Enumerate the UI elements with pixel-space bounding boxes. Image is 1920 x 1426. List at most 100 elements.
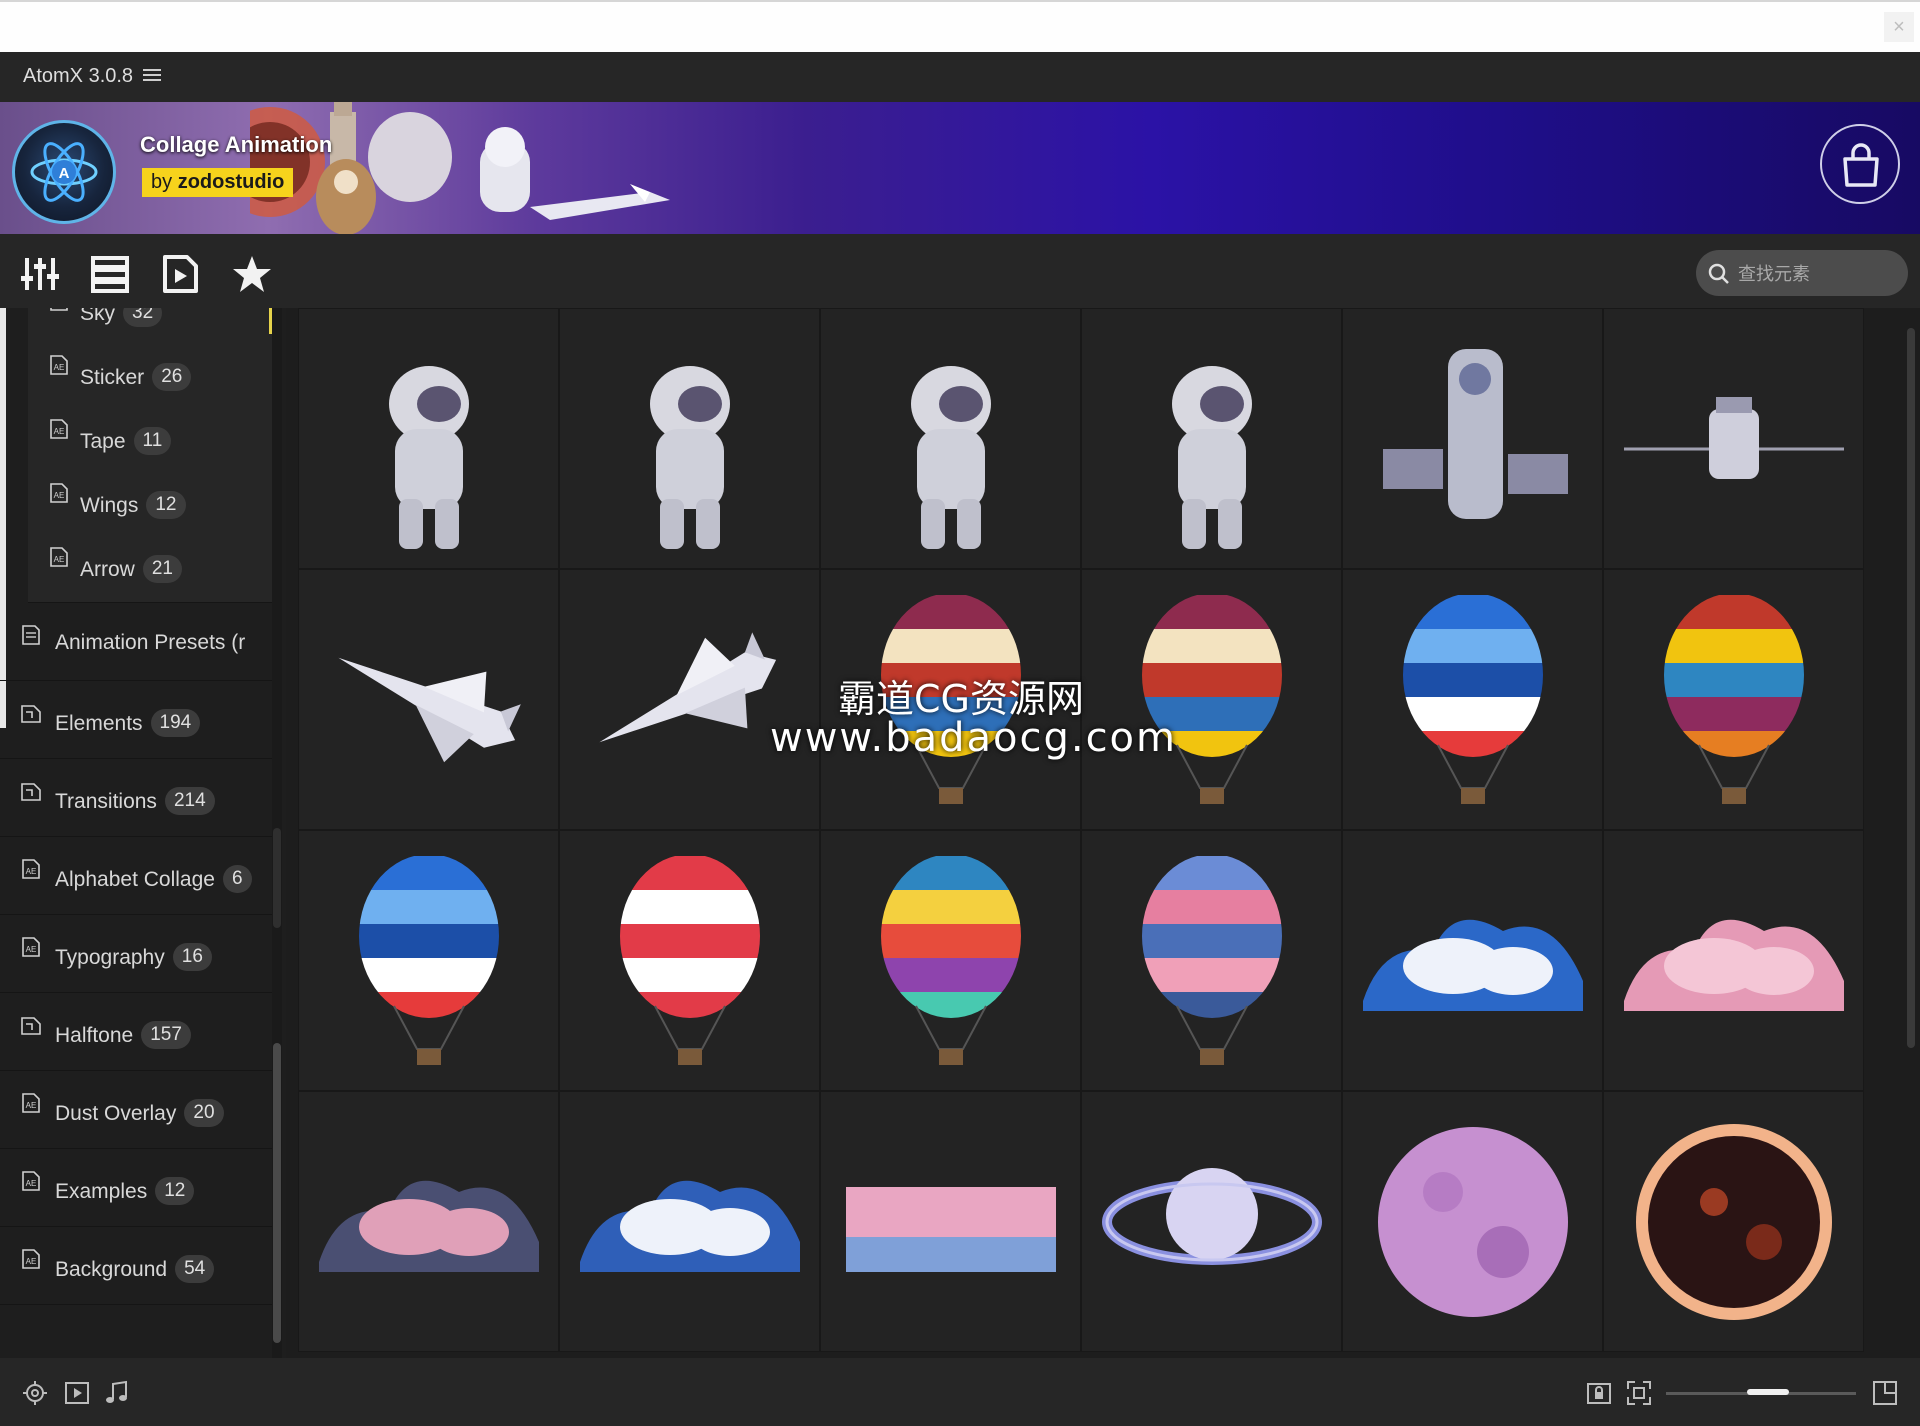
sidebar-item-typography[interactable]: AE Typography 16 (0, 916, 272, 993)
sidebar-item-label: Halftone (55, 1024, 134, 1047)
sidebar-item-label: Sticker (80, 366, 145, 389)
sidebar-item-halftone[interactable]: Halftone 157 (0, 994, 272, 1071)
asset-thumbnail-hot-air-balloon-blue[interactable] (1342, 569, 1603, 830)
asset-thumbnail-cloud-pink[interactable] (1603, 830, 1864, 1091)
svg-text:AE: AE (26, 867, 37, 876)
asset-thumbnail-satellite[interactable] (1342, 308, 1603, 569)
asset-thumbnail-planet-burning-sun[interactable] (1603, 1091, 1864, 1352)
ae-file-icon: AE (48, 546, 70, 568)
sidebar-item-label: Sky (80, 308, 116, 325)
search-input[interactable] (1736, 259, 1900, 289)
music-note-icon[interactable] (104, 1380, 130, 1406)
svg-text:AE: AE (54, 427, 65, 436)
sidebar-item-label: Alphabet Collage (55, 868, 215, 891)
asset-thumbnail-astronaut-spacewalk[interactable] (820, 308, 1081, 569)
sidebar-item-label: Tape (80, 430, 126, 453)
sidebar-item-alphabet-collage[interactable]: AE Alphabet Collage 6 (0, 838, 272, 915)
shopping-bag-button[interactable] (1820, 124, 1900, 204)
ae-file-icon: AE (20, 1092, 42, 1114)
asset-thumbnail-space-shuttle[interactable] (298, 569, 559, 830)
shopping-bag-icon (1843, 143, 1879, 187)
search-box[interactable] (1696, 250, 1908, 296)
sliders-icon[interactable] (20, 254, 60, 294)
thumbnail-size-slider-knob[interactable] (1747, 1389, 1790, 1395)
folder-link-icon (20, 1014, 42, 1036)
ae-file-icon: AE (20, 936, 42, 958)
fullscreen-icon[interactable] (1872, 1380, 1898, 1406)
pack-title: Collage Animation (140, 132, 333, 157)
pack-author: zodostudio (177, 171, 285, 193)
sidebar-item-elements[interactable]: Elements 194 (0, 682, 272, 759)
window-close-button[interactable]: × (1884, 12, 1914, 42)
list-view-icon[interactable] (90, 254, 130, 294)
asset-thumbnail-hot-air-balloon-rainbow[interactable] (820, 830, 1081, 1091)
asset-thumbnail-hot-air-balloon-striped-2[interactable] (1081, 569, 1342, 830)
count-badge: 157 (141, 1021, 191, 1049)
ae-file-icon: AE (48, 308, 70, 312)
svg-text:AE: AE (26, 1101, 37, 1110)
asset-thumbnail-space-capsule[interactable] (1603, 308, 1864, 569)
sidebar-item-transitions[interactable]: Transitions 214 (0, 760, 272, 837)
sidebar-item-label: Dust Overlay (55, 1102, 177, 1125)
asset-thumbnail-hot-air-balloon-red-white[interactable] (559, 830, 820, 1091)
collage-banner-art (250, 102, 670, 234)
window-titlebar: × (0, 0, 1920, 52)
toolbar (0, 234, 1920, 308)
asset-thumbnail-astronaut[interactable] (298, 308, 559, 569)
ae-file-icon: AE (20, 858, 42, 880)
lock-image-icon[interactable] (1586, 1380, 1612, 1406)
asset-thumbnail-astronaut-floating[interactable] (559, 308, 820, 569)
pack-author-badge: by zodostudio (142, 168, 294, 197)
asset-thumbnail-cloud-blue-sky[interactable] (1342, 830, 1603, 1091)
category-sidebar: AE Sky 32 AE Sticker 26 AE Tape 11 AE Wings 12 AE Arr… (0, 308, 286, 1358)
menu-bar: AtomX 3.0.8 (0, 52, 1920, 102)
asset-thumbnail-hot-air-balloon-patchwork[interactable] (1603, 569, 1864, 830)
count-badge: 20 (184, 1099, 224, 1127)
ae-file-icon: AE (20, 1170, 42, 1192)
asset-thumbnail-astronaut-standing[interactable] (1081, 308, 1342, 569)
media-file-icon[interactable] (160, 254, 200, 294)
sidebar-scrollbar[interactable] (272, 308, 282, 1358)
sidebar-item-label: Wings (80, 494, 139, 517)
pack-author-by: by (151, 171, 173, 193)
sidebar-subitem-arrow[interactable]: AE Arrow 21 (28, 526, 272, 603)
grid-scrollbar[interactable] (1906, 308, 1916, 1358)
sidebar-item-label: Typography (55, 946, 165, 969)
asset-thumbnail-cloud-dark-sunset[interactable] (298, 1091, 559, 1352)
asset-thumbnail-cloud-fluffy[interactable] (559, 1091, 820, 1352)
asset-thumbnail-space-shuttle-angled[interactable] (559, 569, 820, 830)
svg-text:AE: AE (26, 945, 37, 954)
pack-banner: A Collage Animation by zodostudio (0, 102, 1920, 234)
thumbnail-size-slider[interactable] (1666, 1389, 1856, 1395)
count-badge: 26 (152, 363, 192, 391)
sidebar-item-label: Elements (55, 712, 143, 735)
svg-text:AE: AE (54, 491, 65, 500)
sidebar-item-animation-presets-r[interactable]: Animation Presets (r (0, 604, 272, 681)
asset-thumbnail-clouds-pink-horizon[interactable] (820, 1091, 1081, 1352)
ae-file-icon: AE (20, 1248, 42, 1270)
video-icon[interactable] (64, 1380, 90, 1406)
star-icon[interactable] (232, 254, 272, 294)
document-icon (20, 624, 42, 646)
asset-thumbnail-hot-air-balloon-pink-check[interactable] (1081, 830, 1342, 1091)
asset-thumbnail-planet-saturn[interactable] (1081, 1091, 1342, 1352)
sidebar-item-dust-overlay[interactable]: AE Dust Overlay 20 (0, 1072, 272, 1149)
count-badge: 194 (150, 709, 201, 737)
asset-thumbnail-hot-air-balloon-blue-check[interactable] (298, 830, 559, 1091)
search-icon (1708, 263, 1729, 284)
sidebar-item-background[interactable]: AE Background 54 (0, 1228, 272, 1305)
sidebar-scroll-thumb[interactable] (273, 1043, 281, 1343)
sidebar-item-label: Background (55, 1258, 168, 1281)
count-badge: 32 (123, 308, 163, 327)
fit-frame-icon[interactable] (1626, 1380, 1652, 1406)
count-badge: 54 (175, 1255, 215, 1283)
asset-thumbnail-hot-air-balloon-striped[interactable] (820, 569, 1081, 830)
hamburger-menu-icon[interactable] (143, 66, 161, 82)
folder-link-icon (20, 702, 42, 724)
grid-scroll-thumb[interactable] (1907, 328, 1915, 1048)
sidebar-item-examples[interactable]: AE Examples 12 (0, 1150, 272, 1227)
asset-thumbnail-planet-pink-moon[interactable] (1342, 1091, 1603, 1352)
app-title: AtomX 3.0.8 (23, 65, 134, 87)
target-icon[interactable] (22, 1380, 48, 1406)
app-panel: AtomX 3.0.8 A Collage Animation by zodos… (0, 52, 1920, 1426)
